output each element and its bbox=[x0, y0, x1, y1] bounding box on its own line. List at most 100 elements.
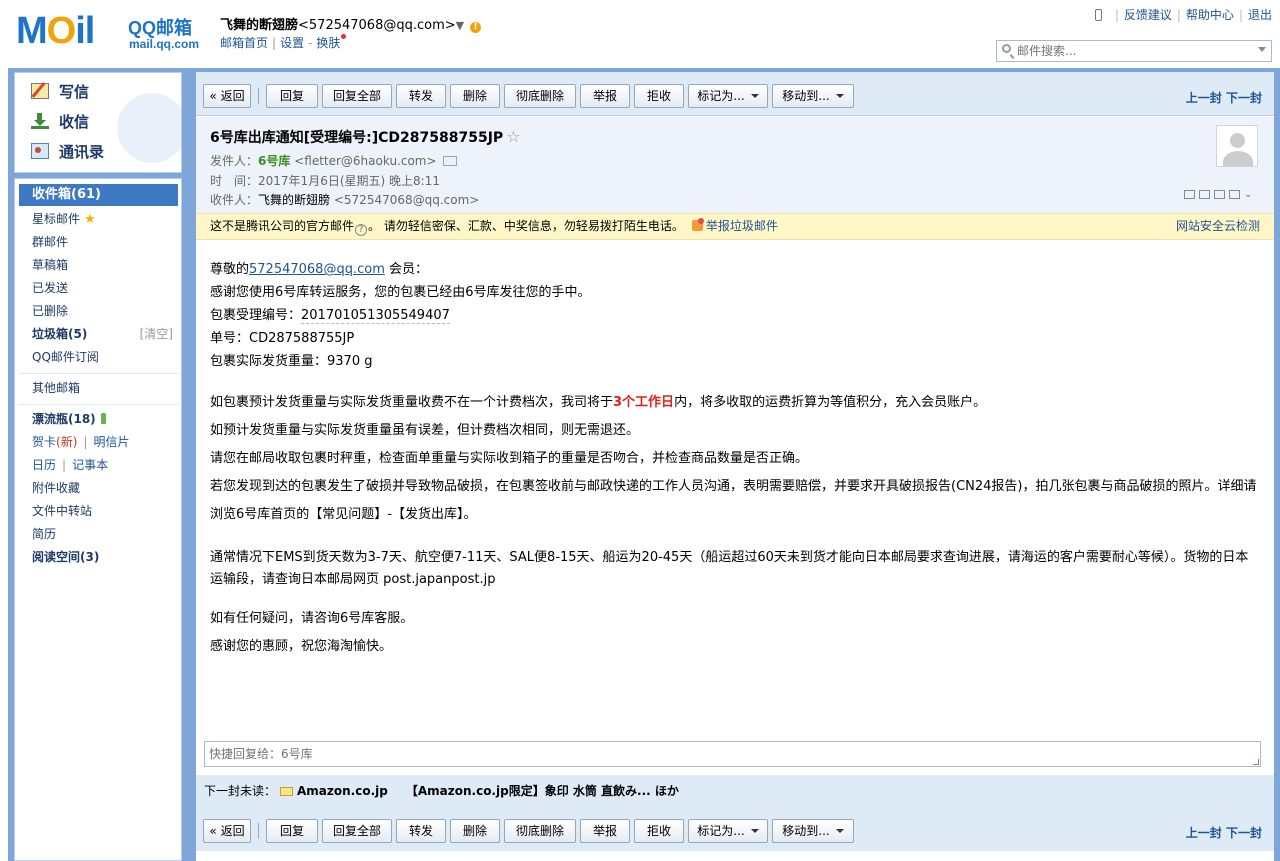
logout-link[interactable]: 退出 bbox=[1248, 8, 1272, 22]
report-button[interactable]: 举报 bbox=[580, 819, 630, 843]
folder-subscription[interactable]: QQ邮件订阅 bbox=[32, 348, 99, 365]
folder-other-mailbox[interactable]: 其他邮箱 bbox=[32, 379, 80, 396]
drift-bottle-link[interactable]: 漂流瓶(18) bbox=[32, 410, 106, 427]
qq-mail-logo[interactable]: MOil QQ邮箱 mail.qq.com bbox=[16, 10, 206, 52]
separator: | bbox=[1238, 8, 1243, 22]
logo-letters-il: il bbox=[75, 10, 95, 52]
folder-deleted[interactable]: 已删除 bbox=[32, 302, 68, 319]
contacts-button[interactable]: 通讯录 bbox=[31, 141, 104, 162]
logo-letter-m: M bbox=[16, 10, 48, 52]
chevron-down-icon[interactable]: ⌄ bbox=[1244, 190, 1252, 200]
move-to-label: 移动到... bbox=[782, 89, 830, 103]
mailbox-home-link[interactable]: 邮箱首页 bbox=[220, 36, 268, 50]
back-button[interactable]: « 返回 bbox=[203, 84, 251, 108]
reading-space-link[interactable]: 阅读空间(3) bbox=[32, 548, 99, 565]
contact-card-icon[interactable] bbox=[442, 156, 457, 166]
folder-sent[interactable]: 已发送 bbox=[32, 279, 68, 296]
note-icon[interactable] bbox=[1199, 190, 1210, 199]
mail-search-box[interactable] bbox=[996, 40, 1272, 62]
warning-icon[interactable]: ! bbox=[470, 22, 482, 33]
help-icon[interactable]: ? bbox=[355, 224, 368, 236]
quick-reply-input[interactable] bbox=[205, 742, 1260, 766]
new-window-icon[interactable] bbox=[1184, 190, 1195, 199]
move-to-dropdown[interactable]: 移动到... bbox=[772, 819, 854, 843]
skin-link[interactable]: 换肤 bbox=[316, 36, 340, 50]
body-paragraph: 如有任何疑问，请咨询6号库客服。 bbox=[210, 611, 414, 626]
mark-as-dropdown[interactable]: 标记为... bbox=[688, 84, 768, 108]
phone-icon[interactable] bbox=[1094, 9, 1102, 21]
reply-all-button[interactable]: 回复全部 bbox=[322, 819, 392, 843]
folder-starred[interactable]: 星标邮件 ★ bbox=[32, 210, 96, 227]
search-dropdown-icon[interactable] bbox=[1258, 47, 1266, 52]
greeting-card-link[interactable]: 贺卡(新) bbox=[32, 435, 77, 449]
receive-mail-button[interactable]: 收信 bbox=[31, 111, 89, 132]
sender-avatar[interactable] bbox=[1216, 125, 1258, 167]
mark-as-label: 标记为... bbox=[697, 89, 745, 103]
star-toggle-icon[interactable]: ☆ bbox=[506, 127, 520, 146]
feedback-link[interactable]: 反馈建议 bbox=[1124, 8, 1172, 22]
greeting-row: 贺卡(新) | 明信片 bbox=[32, 433, 129, 450]
reply-all-button[interactable]: 回复全部 bbox=[322, 84, 392, 108]
report-button[interactable]: 举报 bbox=[580, 84, 630, 108]
next-unread-subject[interactable]: 【Amazon.co.jp限定】象印 水筒 直飲み... ほか bbox=[406, 784, 679, 798]
mail-subject-text: 6号库出库通知[受理编号:]CD287588755JP bbox=[210, 130, 504, 146]
prev-mail-link[interactable]: 上一封 bbox=[1186, 826, 1222, 840]
reject-button[interactable]: 拒收 bbox=[634, 819, 684, 843]
member-email-link[interactable]: 572547068@qq.com bbox=[249, 262, 385, 277]
postcard-link[interactable]: 明信片 bbox=[93, 435, 129, 449]
print-icon[interactable] bbox=[1229, 190, 1240, 199]
user-name: 飞舞的断翅膀 bbox=[220, 18, 299, 33]
body-paragraph: 如预计发货重量与实际发货重量虽有误差，但计费档次相同，则无需退还。 bbox=[210, 423, 640, 438]
file-transfer-link[interactable]: 文件中转站 bbox=[32, 502, 92, 519]
next-unread-sender[interactable]: Amazon.co.jp bbox=[297, 784, 388, 798]
greeting-suffix: 会员： bbox=[384, 262, 428, 277]
reject-button[interactable]: 拒收 bbox=[634, 84, 684, 108]
download-icon[interactable] bbox=[1214, 190, 1225, 199]
delete-permanently-button[interactable]: 彻底删除 bbox=[504, 819, 576, 843]
prev-mail-link[interactable]: 上一封 bbox=[1186, 91, 1222, 105]
write-mail-button[interactable]: 写信 bbox=[31, 81, 89, 102]
resize-handle-icon[interactable] bbox=[1253, 759, 1259, 765]
recipient-name: 飞舞的断翅膀 bbox=[258, 193, 331, 207]
resume-link[interactable]: 简历 bbox=[32, 525, 56, 542]
greeting-card-label: 贺卡 bbox=[32, 435, 57, 449]
back-button[interactable]: « 返回 bbox=[203, 819, 251, 843]
mail-search-input[interactable] bbox=[1017, 43, 1247, 59]
notice-warning-text: 。 请勿轻信密保、汇款、中奖信息，勿轻易拨打陌生电话。 bbox=[368, 219, 684, 233]
toolbar-separator bbox=[258, 823, 259, 839]
next-mail-link[interactable]: 下一封 bbox=[1226, 826, 1262, 840]
folder-spam[interactable]: 垃圾箱(5) bbox=[32, 325, 87, 342]
notes-link[interactable]: 记事本 bbox=[72, 458, 108, 472]
reply-button[interactable]: 回复 bbox=[266, 819, 318, 843]
sender-row: 发件人：6号库 <fletter@6haoku.com> bbox=[210, 152, 457, 169]
folder-inbox[interactable]: 收件箱(61) bbox=[19, 184, 178, 206]
write-label: 写信 bbox=[59, 83, 90, 101]
calendar-link[interactable]: 日历 bbox=[32, 458, 56, 472]
forward-button[interactable]: 转发 bbox=[396, 819, 446, 843]
reply-button[interactable]: 回复 bbox=[266, 84, 318, 108]
folder-drafts[interactable]: 草稿箱 bbox=[32, 256, 68, 273]
forward-button[interactable]: 转发 bbox=[396, 84, 446, 108]
body-paragraph: 若您发现到达的包裹发生了破损并导致物品破损，在包裹签收前与邮政快递的工作人员沟通… bbox=[210, 479, 1257, 522]
logo-domain: mail.qq.com bbox=[129, 37, 200, 51]
security-scan-link[interactable]: 网站安全云检测 bbox=[1176, 214, 1260, 239]
sidebar-actions: 写信 收信 通讯录 bbox=[14, 72, 182, 173]
mark-as-dropdown[interactable]: 标记为... bbox=[688, 819, 768, 843]
quick-reply-box[interactable] bbox=[204, 741, 1261, 767]
move-to-dropdown[interactable]: 移动到... bbox=[772, 84, 854, 108]
folder-group[interactable]: 群邮件 bbox=[32, 233, 68, 250]
next-mail-link[interactable]: 下一封 bbox=[1226, 91, 1262, 105]
delete-button[interactable]: 删除 bbox=[450, 819, 500, 843]
delete-button[interactable]: 删除 bbox=[450, 84, 500, 108]
recipient-email: <572547068@qq.com> bbox=[333, 193, 480, 207]
account-dropdown-icon[interactable]: ▼ bbox=[456, 19, 464, 32]
clear-spam-link[interactable]: [清空] bbox=[140, 325, 173, 342]
bottom-toolbar: « 返回 回复 回复全部 转发 删除 彻底删除 举报 拒收 标记为... 移动到… bbox=[196, 807, 1274, 851]
settings-link[interactable]: 设置 bbox=[280, 36, 304, 50]
report-spam-link[interactable]: 举报垃圾邮件 bbox=[706, 219, 778, 233]
sender-name[interactable]: 6号库 bbox=[258, 154, 290, 168]
attachments-link[interactable]: 附件收藏 bbox=[32, 479, 80, 496]
delete-permanently-button[interactable]: 彻底删除 bbox=[504, 84, 576, 108]
help-center-link[interactable]: 帮助中心 bbox=[1186, 8, 1234, 22]
weight-line: 包裹实际发货重量：9370 g bbox=[210, 354, 373, 369]
